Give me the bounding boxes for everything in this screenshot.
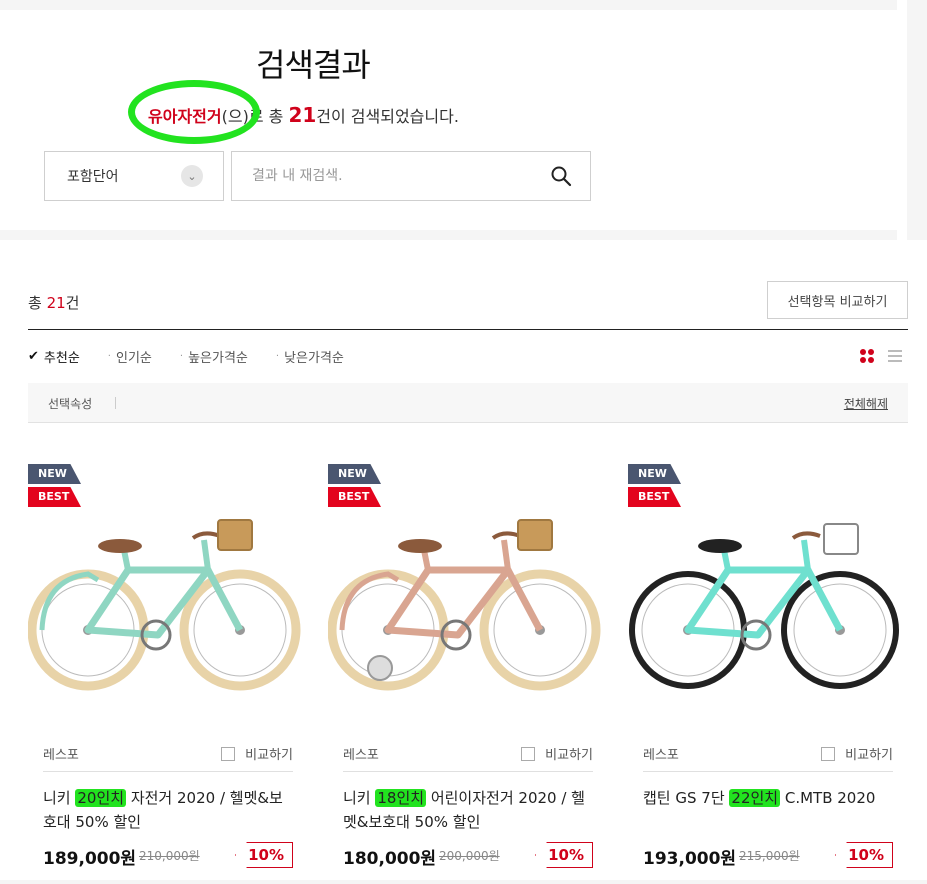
sort-label: 낮은가격순 <box>284 350 344 366</box>
sort-popular[interactable]: · 인기순 <box>108 346 152 366</box>
new-badge: NEW <box>328 464 381 484</box>
compare-checkbox[interactable]: 비교하기 <box>821 744 893 763</box>
new-badge: NEW <box>28 464 81 484</box>
product-image[interactable] <box>628 510 908 720</box>
summary-mid: (으)로 총 <box>221 107 289 126</box>
separator <box>115 397 116 409</box>
result-count: 21 <box>288 103 317 127</box>
best-badge: BEST <box>328 487 381 507</box>
name-prefix: 캡틴 GS 7단 <box>643 789 730 807</box>
card-meta: 레스포 비교하기 <box>43 742 293 772</box>
grid-view-icon[interactable] <box>860 349 874 363</box>
bullet-icon: · <box>179 350 184 362</box>
name-highlight: 20인치 <box>75 789 127 807</box>
brand-name: 레스포 <box>343 748 379 763</box>
list-view-icon[interactable] <box>888 350 902 362</box>
product-name[interactable]: 니키 20인치 자전거 2020 / 헬멧&보호대 50% 할인 <box>43 786 293 834</box>
side-strip <box>897 0 907 240</box>
sale-price: 180,000원 <box>343 849 437 869</box>
checkbox-icon[interactable] <box>521 746 536 761</box>
research-box <box>231 151 591 201</box>
total-count: 총 21건 <box>28 292 79 313</box>
summary-end: 건이 검색되었습니다. <box>316 107 459 126</box>
new-badge: NEW <box>628 464 681 484</box>
original-price: 215,000원 <box>739 849 800 863</box>
product-image[interactable] <box>28 510 308 720</box>
attr-label: 선택속성 <box>48 397 93 411</box>
best-badge: BEST <box>28 487 81 507</box>
search-icon[interactable] <box>550 165 572 187</box>
compare-checkbox[interactable]: 비교하기 <box>521 744 593 763</box>
bullet-icon: · <box>275 350 280 362</box>
sort-label: 추천순 <box>43 350 80 366</box>
name-suffix: C.MTB 2020 <box>780 789 876 807</box>
brand-name: 레스포 <box>643 748 679 763</box>
sale-price: 193,000원 <box>643 849 737 869</box>
sort-price-low[interactable]: · 낮은가격순 <box>276 346 344 366</box>
product-card[interactable]: NEW BEST 레스포 비교하기 니키 20인치 자전거 2020 / 헬멧&… <box>28 464 308 884</box>
chevron-down-icon: ⌄ <box>181 165 203 187</box>
research-input[interactable] <box>232 152 532 200</box>
attribute-bar: 선택속성 전체해제 <box>28 383 908 423</box>
product-name[interactable]: 캡틴 GS 7단 22인치 C.MTB 2020 <box>643 786 893 810</box>
name-prefix: 니키 <box>343 789 376 807</box>
price-row: 189,000원 210,000원 10% <box>43 842 293 870</box>
check-icon: ✔ <box>28 348 39 364</box>
view-toggle <box>860 349 902 363</box>
price-row: 180,000원 200,000원 10% <box>343 842 593 870</box>
total-suffix: 건 <box>65 294 80 312</box>
compare-label: 비교하기 <box>545 748 593 763</box>
checkbox-icon[interactable] <box>221 746 236 761</box>
sort-label: 높은가격순 <box>188 350 248 366</box>
card-meta: 레스포 비교하기 <box>343 742 593 772</box>
original-price: 200,000원 <box>439 849 500 863</box>
page-title: 검색결과 <box>256 46 371 84</box>
name-highlight: 18인치 <box>375 789 427 807</box>
product-name[interactable]: 니키 18인치 어린이자전거 2020 / 헬멧&보호대 50% 할인 <box>343 786 593 834</box>
results-section: 총 21건 선택항목 비교하기 ✔ 추천순 · 인기순 · 높은가격순 · 낮은가격순 … <box>0 240 927 880</box>
sort-label: 인기순 <box>115 350 152 366</box>
discount-badge: 10% <box>235 842 293 868</box>
best-badge: BEST <box>628 487 681 507</box>
bullet-icon: · <box>107 350 111 362</box>
total-prefix: 총 <box>28 294 47 312</box>
search-header-panel: 검색결과 유아자전거(으)로 총 21건이 검색되었습니다. 포함단어 ⌄ <box>0 10 897 230</box>
product-card[interactable]: NEW BEST 레스포 비교하기 캡틴 GS 7단 22인치 C.MTB 20… <box>628 464 908 884</box>
clear-all-link[interactable]: 전체해제 <box>844 395 888 412</box>
product-card[interactable]: NEW BEST 레스포 비교하기 니키 18인치 어린이자전거 2020 / … <box>328 464 608 884</box>
original-price: 210,000원 <box>139 849 200 863</box>
filter-select[interactable]: 포함단어 ⌄ <box>44 151 224 201</box>
compare-checkbox[interactable]: 비교하기 <box>221 744 293 763</box>
discount-badge: 10% <box>835 842 893 868</box>
checkbox-icon[interactable] <box>821 746 836 761</box>
compare-label: 비교하기 <box>845 748 893 763</box>
sort-recommended[interactable]: ✔ 추천순 <box>28 346 80 366</box>
discount-badge: 10% <box>535 842 593 868</box>
total-number: 21 <box>46 294 66 312</box>
divider <box>28 329 908 330</box>
sort-price-high[interactable]: · 높은가격순 <box>180 346 248 366</box>
filter-select-value: 포함단어 <box>67 169 119 185</box>
search-summary: 유아자전거(으)로 총 21건이 검색되었습니다. <box>148 103 459 127</box>
sort-bar: ✔ 추천순 · 인기순 · 높은가격순 · 낮은가격순 <box>28 346 344 366</box>
search-keyword: 유아자전거 <box>148 107 222 126</box>
product-image[interactable] <box>328 510 608 720</box>
price-row: 193,000원 215,000원 10% <box>643 842 893 870</box>
compare-selected-button[interactable]: 선택항목 비교하기 <box>767 281 908 319</box>
compare-label: 비교하기 <box>245 748 293 763</box>
name-highlight: 22인치 <box>729 789 781 807</box>
sale-price: 189,000원 <box>43 849 137 869</box>
card-meta: 레스포 비교하기 <box>643 742 893 772</box>
name-prefix: 니키 <box>43 789 76 807</box>
brand-name: 레스포 <box>43 748 79 763</box>
